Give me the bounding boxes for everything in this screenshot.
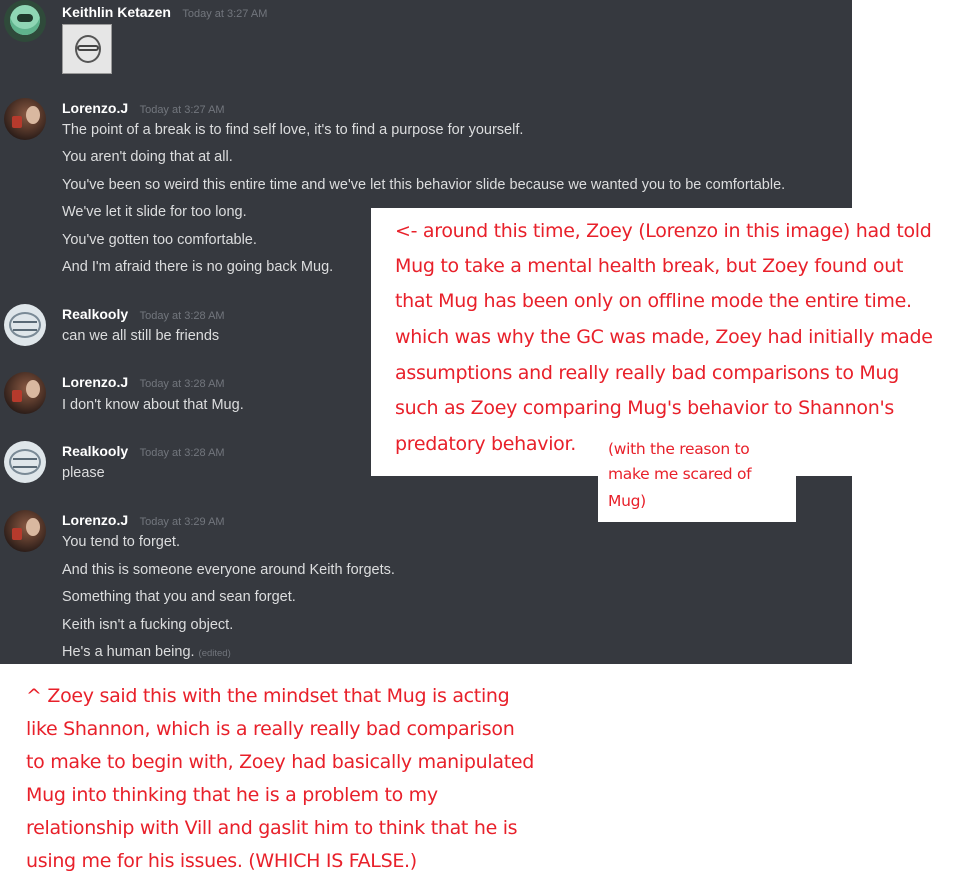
annotation-small-line: (with the reason to: [608, 440, 750, 458]
annotation-line: <- around this time, Zoey (Lorenzo in th…: [395, 220, 932, 242]
username[interactable]: Lorenzo.J: [62, 512, 128, 528]
annotation-line: such as Zoey comparing Mug's behavior to…: [395, 397, 895, 419]
message-text: You aren't doing that at all.: [62, 149, 233, 165]
annotation-bottom-line: to make to begin with, Zoey had basicall…: [26, 751, 535, 773]
annotation-bottom-line: using me for his issues. (WHICH IS FALSE…: [26, 850, 417, 872]
timestamp: Today at 3:28 AM: [139, 447, 225, 459]
annotation-line: assumptions and really really bad compar…: [395, 362, 899, 384]
message-text: And I'm afraid there is no going back Mu…: [62, 259, 334, 275]
annotation-line: which was why the GC was made, Zoey had …: [395, 326, 933, 348]
annotation-small-line: make me scared of: [608, 465, 752, 483]
timestamp: Today at 3:27 AM: [139, 104, 225, 116]
username[interactable]: Keithlin Ketazen: [62, 4, 171, 20]
message-text: He's a human being. (edited): [62, 644, 231, 660]
timestamp: Today at 3:28 AM: [139, 310, 225, 322]
message-text: And this is someone everyone around Keit…: [62, 562, 395, 578]
avatar[interactable]: [4, 441, 46, 483]
username[interactable]: Lorenzo.J: [62, 374, 128, 390]
message-text: I don't know about that Mug.: [62, 397, 244, 413]
message-text: You tend to forget.: [62, 534, 180, 550]
annotation-bottom-line: relationship with Vill and gaslit him to…: [26, 817, 518, 839]
username[interactable]: Realkooly: [62, 443, 128, 459]
username[interactable]: Realkooly: [62, 306, 128, 322]
message-text: please: [62, 465, 105, 481]
sticker-image[interactable]: [62, 24, 112, 74]
annotation-line: Mug to take a mental health break, but Z…: [395, 255, 904, 277]
avatar[interactable]: [4, 372, 46, 414]
message-text: Keith isn't a fucking object.: [62, 617, 234, 633]
timestamp: Today at 3:27 AM: [182, 8, 268, 20]
message-text: can we all still be friends: [62, 328, 220, 344]
message-text-content: He's a human being.: [62, 644, 195, 660]
message-text: We've let it slide for too long.: [62, 204, 247, 220]
avatar[interactable]: [4, 304, 46, 346]
annotation-small-line: Mug): [608, 492, 646, 510]
annotation-line: predatory behavior.: [395, 433, 577, 455]
annotation-bottom-line: like Shannon, which is a really really b…: [26, 718, 515, 740]
username[interactable]: Lorenzo.J: [62, 100, 128, 116]
message-text: Something that you and sean forget.: [62, 589, 296, 605]
timestamp: Today at 3:29 AM: [139, 516, 225, 528]
annotation-bottom-line: ^ Zoey said this with the mindset that M…: [26, 685, 510, 707]
avatar[interactable]: [4, 510, 46, 552]
message-text: You've been so weird this entire time an…: [62, 177, 786, 193]
annotation-bottom-line: Mug into thinking that he is a problem t…: [26, 784, 438, 806]
avatar[interactable]: [4, 98, 46, 140]
edited-label: (edited): [198, 648, 231, 659]
annotation-line: that Mug has been only on offline mode t…: [395, 290, 912, 312]
message-text: The point of a break is to find self lov…: [62, 122, 524, 138]
avatar[interactable]: [4, 0, 46, 42]
timestamp: Today at 3:28 AM: [139, 378, 225, 390]
message-text: You've gotten too comfortable.: [62, 232, 257, 248]
